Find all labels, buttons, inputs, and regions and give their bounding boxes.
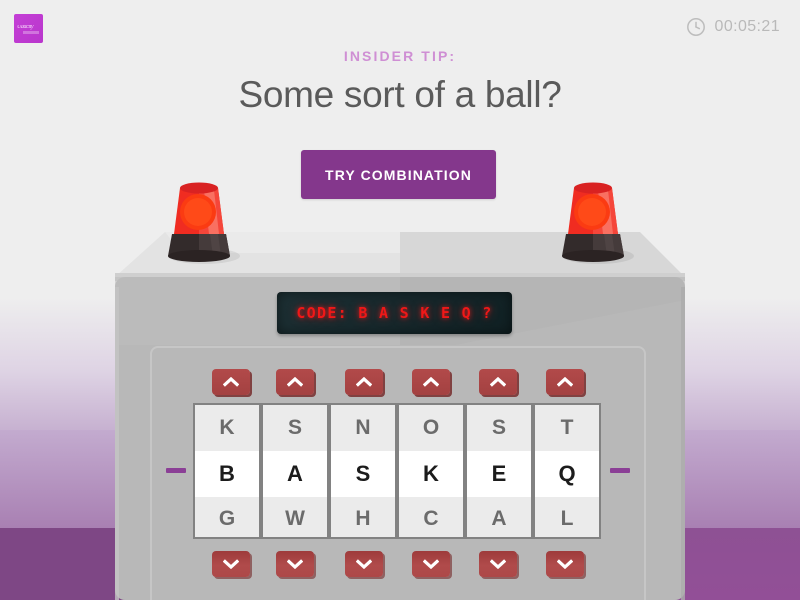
reel-down-button-3[interactable] <box>345 551 383 577</box>
reel-6-selected: Q <box>535 451 599 497</box>
code-display-text: CODE: B A S K E Q ? <box>296 304 493 322</box>
chevron-down-icon <box>356 559 372 569</box>
reel-5-below: A <box>467 497 531 537</box>
reel-down-button-row <box>0 551 800 577</box>
reel-left-marker <box>166 468 186 473</box>
reel-2-above: S <box>263 405 327 451</box>
reel-4-above: O <box>399 405 463 451</box>
reel-up-button-row <box>0 369 800 395</box>
reel-2[interactable]: S A W <box>261 403 329 539</box>
reel-4[interactable]: O K C <box>397 403 465 539</box>
alarm-light-right <box>552 166 634 266</box>
reel-up-button-3[interactable] <box>345 369 383 395</box>
chevron-down-icon <box>223 559 239 569</box>
clock-icon <box>686 18 705 36</box>
reel-1[interactable]: K B G <box>193 403 261 539</box>
brand-logo-wordmark: Udacity <box>17 25 34 30</box>
reel-6-above: T <box>535 405 599 451</box>
chevron-down-icon <box>490 559 506 569</box>
reel-down-button-5[interactable] <box>479 551 517 577</box>
reel-2-selected: A <box>263 451 327 497</box>
reel-up-button-1[interactable] <box>212 369 250 395</box>
chevron-up-icon <box>356 377 372 387</box>
reel-1-selected: B <box>195 451 259 497</box>
alarm-light-left <box>158 166 240 266</box>
combination-reels: K B G S A W N S H O K C S E A T Q L <box>193 403 601 539</box>
brand-logo-underline <box>23 31 39 34</box>
insider-tip-label: INSIDER TIP: <box>343 48 457 64</box>
reel-up-button-5[interactable] <box>479 369 517 395</box>
chevron-up-icon <box>490 377 506 387</box>
insider-tip-text: Some sort of a ball? <box>238 74 562 115</box>
chevron-up-icon <box>423 377 439 387</box>
reel-down-button-1[interactable] <box>212 551 250 577</box>
reel-up-button-4[interactable] <box>412 369 450 395</box>
try-combination-button[interactable]: TRY COMBINATION <box>301 150 496 199</box>
countdown-timer: 00:05:21 <box>686 17 780 37</box>
code-display-panel: CODE: B A S K E Q ? <box>277 292 512 334</box>
reel-4-below: C <box>399 497 463 537</box>
reel-down-button-4[interactable] <box>412 551 450 577</box>
reel-5-above: S <box>467 405 531 451</box>
reel-5-selected: E <box>467 451 531 497</box>
reel-2-below: W <box>263 497 327 537</box>
reel-6-below: L <box>535 497 599 537</box>
reel-6[interactable]: T Q L <box>533 403 601 539</box>
reel-up-button-6[interactable] <box>546 369 584 395</box>
brand-logo[interactable]: Udacity <box>14 14 43 43</box>
reel-3-below: H <box>331 497 395 537</box>
reel-right-marker <box>610 468 630 473</box>
reel-3-selected: S <box>331 451 395 497</box>
reel-5[interactable]: S E A <box>465 403 533 539</box>
timer-value: 00:05:21 <box>714 18 780 35</box>
chevron-down-icon <box>423 559 439 569</box>
chevron-up-icon <box>557 377 573 387</box>
chevron-down-icon <box>557 559 573 569</box>
reel-1-below: G <box>195 497 259 537</box>
reel-up-button-2[interactable] <box>276 369 314 395</box>
reel-3-above: N <box>331 405 395 451</box>
chevron-up-icon <box>287 377 303 387</box>
reel-4-selected: K <box>399 451 463 497</box>
reel-down-button-6[interactable] <box>546 551 584 577</box>
reel-down-button-2[interactable] <box>276 551 314 577</box>
chevron-down-icon <box>287 559 303 569</box>
chevron-up-icon <box>223 377 239 387</box>
reel-1-above: K <box>195 405 259 451</box>
reel-3[interactable]: N S H <box>329 403 397 539</box>
